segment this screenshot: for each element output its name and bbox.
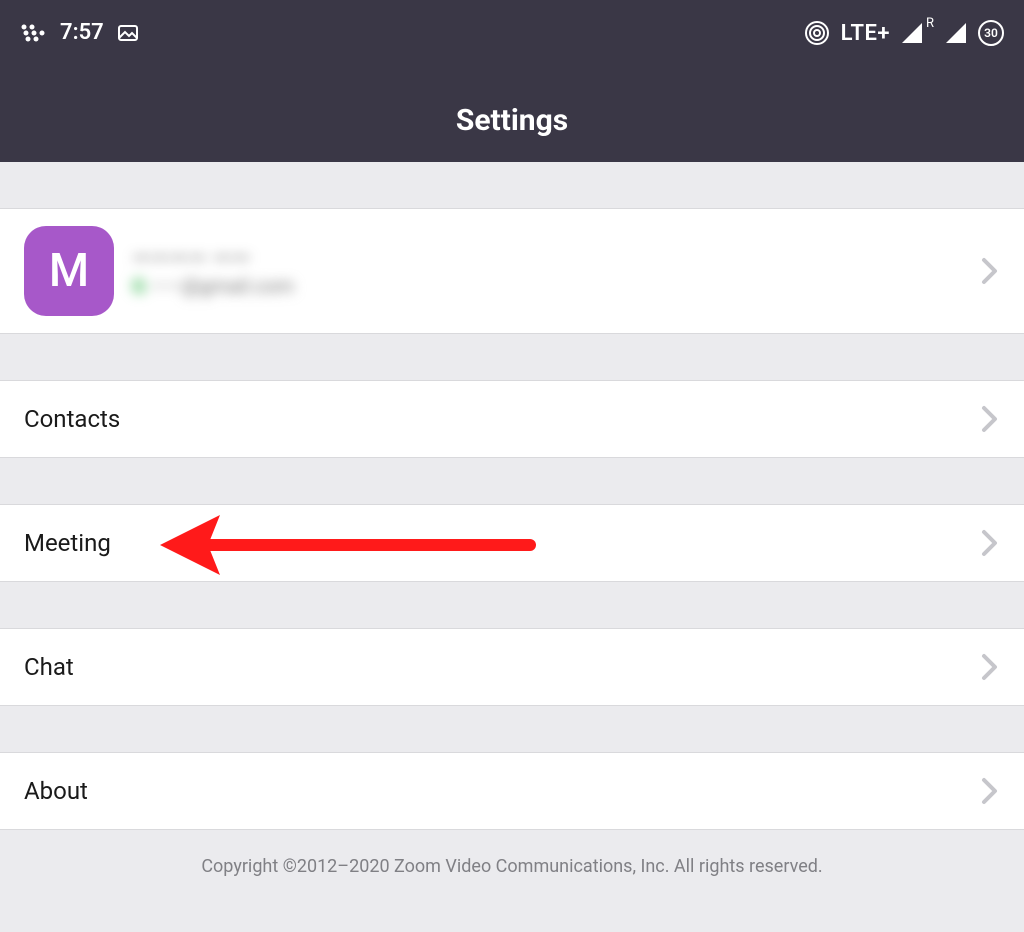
- photo-icon: [116, 21, 140, 45]
- battery-icon: 30: [978, 20, 1004, 46]
- menu-item-meeting[interactable]: Meeting: [0, 504, 1024, 582]
- status-bar: 7:57 LTE+ R 30: [0, 0, 1024, 78]
- menu-label: About: [24, 777, 88, 805]
- battery-level: 30: [984, 26, 998, 40]
- signal-icon-1: [902, 23, 922, 43]
- menu-label: Meeting: [24, 529, 111, 557]
- menu-label: Chat: [24, 653, 74, 681]
- copyright-text: Copyright ©2012–2020 Zoom Video Communic…: [201, 856, 822, 877]
- app-header: Settings: [0, 78, 1024, 162]
- roaming-indicator: R: [926, 16, 934, 31]
- profile-row[interactable]: M ———— —— G ——@gmail.com: [0, 208, 1024, 334]
- spacer: [0, 582, 1024, 628]
- menu-item-about[interactable]: About: [0, 752, 1024, 830]
- chevron-right-icon: [980, 529, 1000, 557]
- status-left: 7:57: [20, 20, 140, 45]
- avatar: M: [24, 226, 114, 316]
- chevron-right-icon: [980, 653, 1000, 681]
- chevron-right-icon: [980, 777, 1000, 805]
- profile-email: G ——@gmail.com: [132, 274, 980, 298]
- spacer: [0, 162, 1024, 208]
- profile-text: ———— —— G ——@gmail.com: [132, 244, 980, 298]
- avatar-initial: M: [49, 244, 89, 298]
- signal-icon-2: [946, 23, 966, 43]
- network-label: LTE+: [841, 21, 890, 46]
- spacer: [0, 706, 1024, 752]
- profile-name: ———— ——: [132, 244, 980, 272]
- menu-label: Contacts: [24, 405, 120, 433]
- hotspot-icon: [805, 21, 829, 45]
- spacer: [0, 334, 1024, 380]
- chevron-right-icon: [980, 257, 1000, 285]
- page-title: Settings: [456, 103, 568, 138]
- menu-item-contacts[interactable]: Contacts: [0, 380, 1024, 458]
- status-right: LTE+ R 30: [805, 20, 1004, 46]
- footer: Copyright ©2012–2020 Zoom Video Communic…: [0, 830, 1024, 877]
- blackberry-icon: [20, 23, 48, 43]
- status-time: 7:57: [60, 20, 104, 45]
- spacer: [0, 458, 1024, 504]
- menu-item-chat[interactable]: Chat: [0, 628, 1024, 706]
- chevron-right-icon: [980, 405, 1000, 433]
